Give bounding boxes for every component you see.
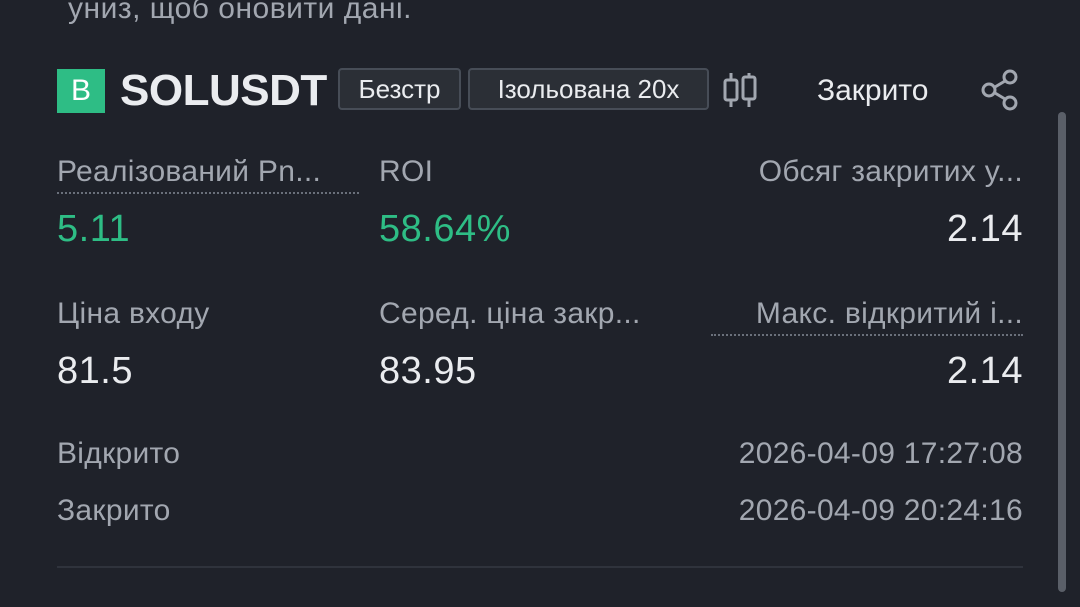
max-open-interest-label[interactable]: Макс. відкритий і... [711, 296, 1023, 336]
max-open-interest-value: 2.14 [947, 350, 1023, 392]
closed-volume-label: Обсяг закритих у... [758, 155, 1023, 188]
candlestick-icon[interactable] [722, 71, 758, 109]
avg-close-price-value: 83.95 [379, 350, 477, 392]
closed-label: Закрито [57, 494, 171, 527]
scrollbar[interactable] [1058, 112, 1066, 592]
position-history-card: униз, щоб оновити дані. B SOLUSDT Безстр… [0, 0, 1080, 607]
avg-close-price-label: Серед. ціна закр... [379, 297, 641, 330]
closed-time-value: 2026-04-09 20:24:16 [738, 494, 1023, 527]
side-badge-buy: B [57, 69, 105, 113]
pull-to-refresh-hint: униз, щоб оновити дані. [68, 0, 413, 25]
position-header: B SOLUSDT Безстр Ізольована 20x Закрито [57, 66, 1027, 116]
roi-value: 58.64% [379, 208, 511, 250]
section-divider [57, 566, 1023, 568]
position-status: Закрито [817, 74, 929, 107]
realized-pnl-label[interactable]: Реалізований Pn... [57, 154, 359, 194]
opened-time-value: 2026-04-09 17:27:08 [738, 437, 1023, 470]
closed-volume-value: 2.14 [947, 208, 1023, 250]
margin-mode-tag: Ізольована 20x [468, 68, 709, 110]
contract-type-tag: Безстр [338, 68, 461, 110]
entry-price-value: 81.5 [57, 350, 133, 392]
opened-label: Відкрито [57, 437, 181, 470]
share-icon[interactable] [979, 69, 1021, 111]
entry-price-label: Ціна входу [57, 297, 210, 330]
roi-label: ROI [379, 155, 434, 188]
symbol-title[interactable]: SOLUSDT [120, 66, 327, 116]
realized-pnl-value: 5.11 [57, 208, 131, 250]
